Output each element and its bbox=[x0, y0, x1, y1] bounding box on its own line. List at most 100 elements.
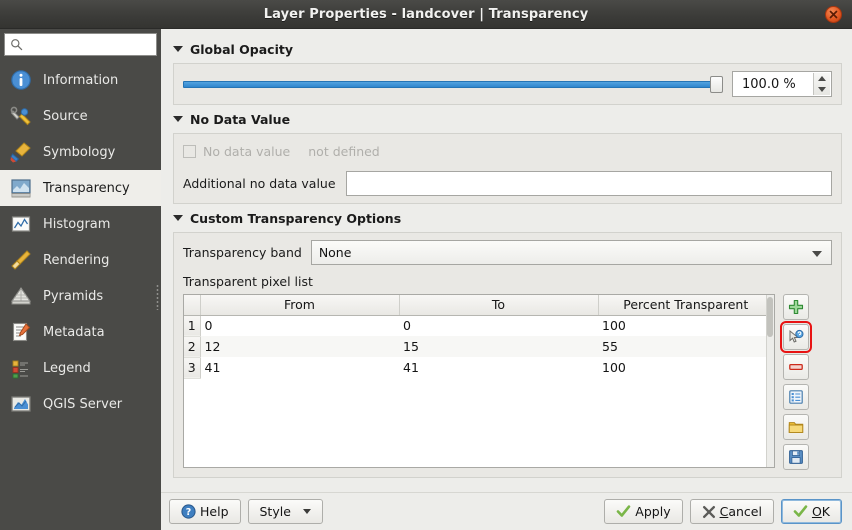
no-data-value-group: No data value not defined Additional no … bbox=[173, 133, 842, 204]
column-header-to[interactable]: To bbox=[399, 295, 598, 315]
section-title: No Data Value bbox=[190, 112, 290, 127]
sidebar-item-metadata[interactable]: Metadata bbox=[0, 314, 161, 350]
section-title: Global Opacity bbox=[190, 42, 293, 57]
sidebar-item-label: Rendering bbox=[43, 253, 109, 268]
cell-from[interactable]: 0 bbox=[200, 315, 399, 336]
export-to-file-button[interactable] bbox=[783, 444, 809, 470]
transparent-pixel-table[interactable]: From To Percent Transparent 1 0 0 100 bbox=[183, 294, 775, 468]
opacity-value: 100.0 % bbox=[742, 77, 796, 92]
sidebar-item-pyramids[interactable]: Pyramids bbox=[0, 278, 161, 314]
table-row[interactable]: 3 41 41 100 bbox=[184, 357, 774, 378]
opacity-spinbox[interactable]: 100.0 % bbox=[732, 71, 832, 97]
sidebar-item-label: Transparency bbox=[43, 181, 130, 196]
search-icon bbox=[10, 38, 23, 51]
additional-no-data-input[interactable] bbox=[346, 171, 832, 196]
properties-content: Global Opacity 100.0 % No Data bbox=[161, 29, 852, 492]
no-data-value-status: not defined bbox=[308, 144, 380, 159]
cell-to[interactable]: 41 bbox=[399, 357, 598, 378]
window-title: Layer Properties - landcover | Transpare… bbox=[264, 7, 589, 22]
add-values-from-display-button[interactable] bbox=[783, 324, 809, 350]
table-vertical-scrollbar[interactable] bbox=[766, 295, 774, 467]
sidebar-item-label: Metadata bbox=[43, 325, 105, 340]
table-row[interactable]: 2 12 15 55 bbox=[184, 336, 774, 357]
column-header-from[interactable]: From bbox=[200, 295, 399, 315]
sidebar-item-information[interactable]: Information bbox=[0, 62, 161, 98]
slider-handle[interactable] bbox=[710, 76, 723, 93]
table-row[interactable]: 1 0 0 100 bbox=[184, 315, 774, 336]
no-data-value-checkbox bbox=[183, 145, 196, 158]
sidebar-nav: Information Source Symbol bbox=[0, 62, 161, 422]
close-icon[interactable] bbox=[825, 6, 842, 23]
section-global-opacity-header[interactable]: Global Opacity bbox=[173, 39, 842, 59]
global-opacity-group: 100.0 % bbox=[173, 63, 842, 105]
help-button[interactable]: ? Help bbox=[169, 499, 241, 524]
ok-button[interactable]: OK bbox=[781, 499, 842, 524]
chevron-down-icon[interactable] bbox=[303, 509, 311, 514]
custom-transparency-group: Transparency band None Transparent pixel… bbox=[173, 232, 842, 478]
slider-groove bbox=[183, 81, 712, 88]
sidebar-item-rendering[interactable]: Rendering bbox=[0, 242, 161, 278]
information-icon bbox=[9, 68, 33, 92]
folder-icon bbox=[788, 419, 804, 435]
sidebar-resize-grip[interactable] bbox=[156, 284, 159, 310]
chevron-down-icon[interactable] bbox=[818, 87, 826, 92]
symbology-icon bbox=[9, 140, 33, 164]
pixel-list-toolbar bbox=[783, 294, 809, 470]
section-no-data-value-header[interactable]: No Data Value bbox=[173, 109, 842, 129]
row-number: 3 bbox=[184, 357, 200, 378]
column-header-percent-transparent[interactable]: Percent Transparent bbox=[598, 295, 774, 315]
style-button[interactable]: Style bbox=[248, 499, 323, 524]
cell-from[interactable]: 41 bbox=[200, 357, 399, 378]
search-input[interactable] bbox=[27, 38, 147, 52]
help-button-label: Help bbox=[200, 504, 229, 519]
import-from-file-button[interactable] bbox=[783, 414, 809, 440]
transparency-band-select[interactable]: None bbox=[311, 240, 832, 265]
chevron-down-icon[interactable] bbox=[173, 215, 183, 221]
spinbox-steppers[interactable] bbox=[813, 73, 830, 95]
cell-percent[interactable]: 100 bbox=[598, 357, 774, 378]
check-icon bbox=[616, 504, 631, 519]
cross-icon bbox=[702, 505, 716, 519]
cell-from[interactable]: 12 bbox=[200, 336, 399, 357]
search-box[interactable] bbox=[4, 33, 157, 56]
transparency-icon bbox=[9, 176, 33, 200]
sidebar-item-label: Histogram bbox=[43, 217, 110, 232]
sidebar-item-histogram[interactable]: Histogram bbox=[0, 206, 161, 242]
additional-no-data-label: Additional no data value bbox=[183, 176, 336, 191]
save-icon bbox=[788, 449, 804, 465]
apply-button[interactable]: Apply bbox=[604, 499, 682, 524]
scrollbar-thumb[interactable] bbox=[767, 297, 773, 337]
cell-percent[interactable]: 55 bbox=[598, 336, 774, 357]
chevron-down-icon[interactable] bbox=[173, 116, 183, 122]
sidebar-item-symbology[interactable]: Symbology bbox=[0, 134, 161, 170]
no-data-value-label: No data value bbox=[203, 144, 290, 159]
transparent-pixel-list-label: Transparent pixel list bbox=[183, 274, 832, 289]
section-title: Custom Transparency Options bbox=[190, 211, 401, 226]
source-icon bbox=[9, 104, 33, 128]
ok-accel: O bbox=[812, 504, 822, 519]
sidebar-item-label: QGIS Server bbox=[43, 397, 122, 412]
cell-to[interactable]: 15 bbox=[399, 336, 598, 357]
cell-percent[interactable]: 100 bbox=[598, 315, 774, 336]
sidebar-item-label: Pyramids bbox=[43, 289, 103, 304]
chevron-up-icon[interactable] bbox=[818, 76, 826, 81]
cell-to[interactable]: 0 bbox=[399, 315, 598, 336]
chevron-down-icon[interactable] bbox=[173, 46, 183, 52]
sidebar-item-label: Symbology bbox=[43, 145, 115, 160]
legend-icon bbox=[9, 356, 33, 380]
default-values-button[interactable] bbox=[783, 384, 809, 410]
section-custom-transparency-header[interactable]: Custom Transparency Options bbox=[173, 208, 842, 228]
sidebar-item-source[interactable]: Source bbox=[0, 98, 161, 134]
help-icon: ? bbox=[181, 504, 196, 519]
remove-selected-row-button[interactable] bbox=[783, 354, 809, 380]
sidebar-item-legend[interactable]: Legend bbox=[0, 350, 161, 386]
opacity-slider[interactable] bbox=[183, 74, 723, 94]
sidebar-item-transparency[interactable]: Transparency bbox=[0, 170, 161, 206]
add-values-manually-button[interactable] bbox=[783, 294, 809, 320]
sidebar: Information Source Symbol bbox=[0, 29, 161, 530]
dialog-button-bar: ? Help Style Apply Cancel OK bbox=[161, 492, 852, 530]
cancel-button[interactable]: Cancel bbox=[690, 499, 774, 524]
sidebar-item-label: Legend bbox=[43, 361, 91, 376]
title-bar: Layer Properties - landcover | Transpare… bbox=[0, 0, 852, 29]
sidebar-item-qgis-server[interactable]: QGIS Server bbox=[0, 386, 161, 422]
